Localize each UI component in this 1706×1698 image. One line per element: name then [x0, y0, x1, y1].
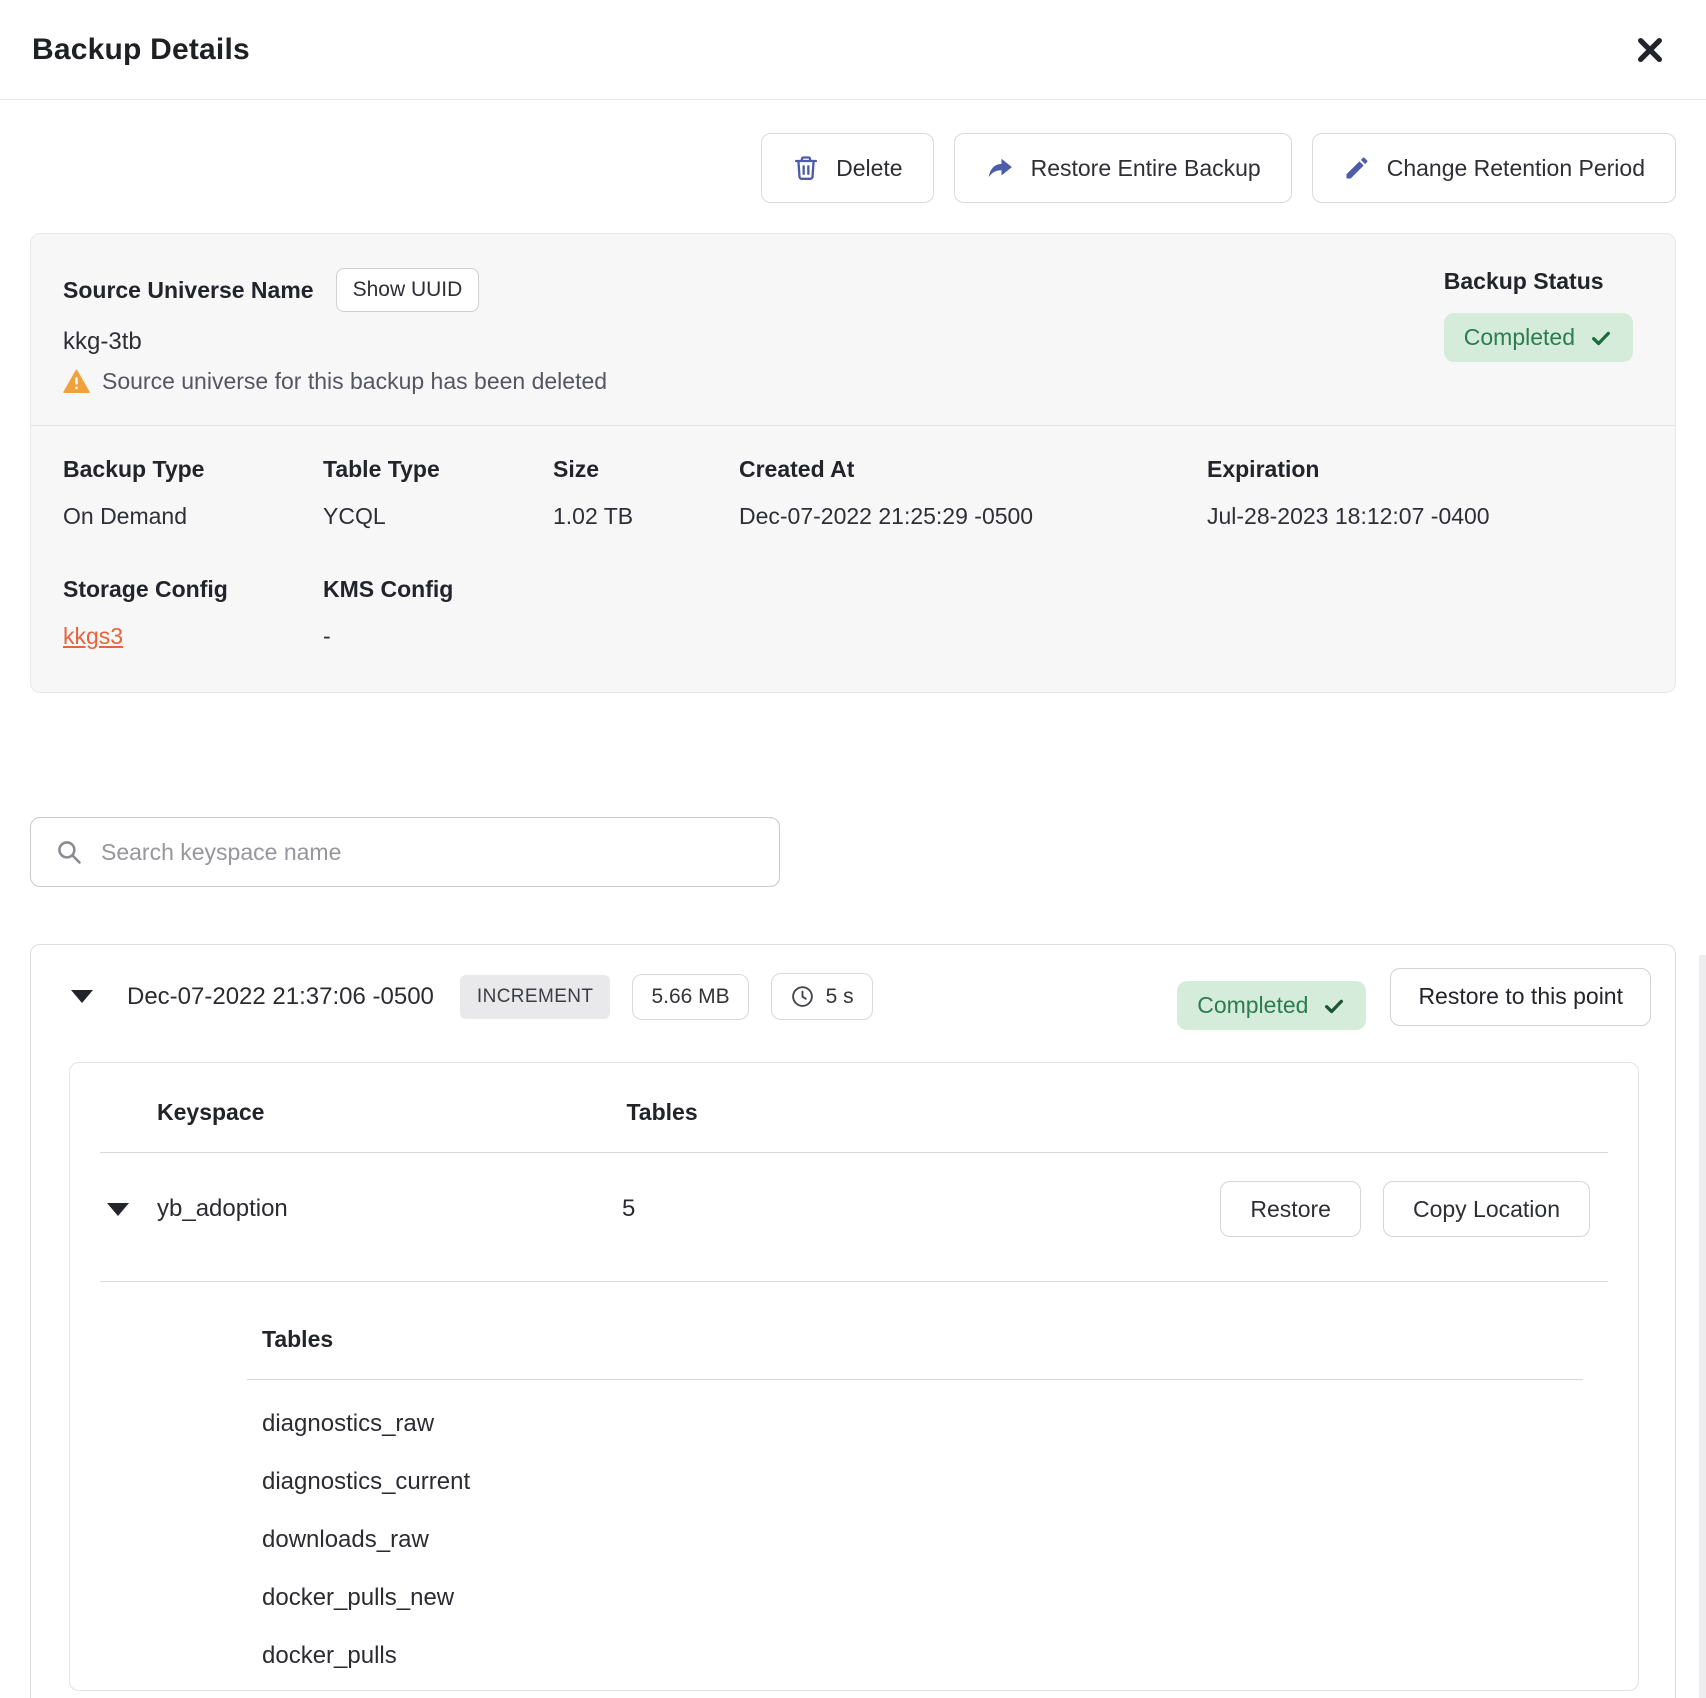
warning-icon — [63, 369, 90, 394]
keyspace-search-box — [30, 817, 780, 887]
field-storage-config: Storage Config kkgs3 — [63, 576, 323, 650]
toolbar: Delete Restore Entire Backup Change Rete… — [0, 100, 1706, 203]
keyspace-table-header: Keyspace Tables — [70, 1063, 1638, 1152]
table-list-item: docker_pulls — [247, 1612, 1583, 1670]
trash-icon — [792, 153, 820, 183]
tables-column-header: Tables — [626, 1099, 697, 1125]
backup-status-block: Backup Status Completed — [1444, 268, 1641, 395]
search-input[interactable] — [101, 839, 755, 866]
copy-location-button[interactable]: Copy Location — [1383, 1181, 1590, 1237]
increment-duration-badge: 5 s — [771, 973, 873, 1020]
keyspace-table-card: Keyspace Tables yb_adoption 5 Restore Co… — [69, 1062, 1639, 1691]
show-uuid-button[interactable]: Show UUID — [336, 268, 480, 312]
close-button[interactable] — [1628, 28, 1672, 72]
increment-type-badge: INCREMENT — [460, 975, 611, 1019]
restore-entire-backup-label: Restore Entire Backup — [1031, 155, 1261, 182]
backup-status-value: Completed — [1464, 324, 1575, 351]
keyspace-row: yb_adoption 5 Restore Copy Location — [70, 1153, 1638, 1281]
source-universe-label: Source Universe Name — [63, 277, 314, 304]
field-size: Size 1.02 TB — [553, 456, 739, 530]
keyspace-restore-button[interactable]: Restore — [1220, 1181, 1361, 1237]
table-list-item: docker_pulls_new — [247, 1554, 1583, 1612]
page-title: Backup Details — [32, 33, 250, 67]
keyspace-table-count: 5 — [622, 1195, 635, 1223]
nested-tables-header: Tables — [247, 1282, 1583, 1379]
delete-button-label: Delete — [836, 155, 902, 182]
field-kms-config: KMS Config - — [323, 576, 553, 650]
backup-status-badge: Completed — [1444, 313, 1633, 362]
restore-entire-backup-button[interactable]: Restore Entire Backup — [954, 133, 1292, 203]
pencil-icon — [1343, 154, 1371, 182]
restore-arrow-icon — [985, 153, 1015, 183]
change-retention-period-button[interactable]: Change Retention Period — [1312, 133, 1676, 203]
keyspace-column-header: Keyspace — [157, 1099, 622, 1126]
increment-header-row: Dec-07-2022 21:37:06 -0500 INCREMENT 5.6… — [31, 945, 1675, 1030]
backup-status-label: Backup Status — [1444, 268, 1604, 295]
nested-tables-section: Tables diagnostics_raw diagnostics_curre… — [247, 1282, 1583, 1690]
close-icon — [1634, 34, 1666, 66]
keyspace-name: yb_adoption — [157, 1195, 622, 1223]
clock-icon — [790, 984, 815, 1009]
increment-status-value: Completed — [1197, 992, 1308, 1019]
modal-header: Backup Details — [0, 0, 1706, 100]
increment-timestamp: Dec-07-2022 21:37:06 -0500 — [127, 983, 434, 1011]
table-list-item: diagnostics_raw — [247, 1380, 1583, 1438]
field-table-type: Table Type YCQL — [323, 456, 553, 530]
field-expiration: Expiration Jul-28-2023 18:12:07 -0400 — [1207, 456, 1643, 530]
change-retention-period-label: Change Retention Period — [1387, 155, 1645, 182]
delete-button[interactable]: Delete — [761, 133, 933, 203]
search-icon — [55, 838, 83, 866]
backup-summary-panel: Source Universe Name Show UUID kkg-3tb S… — [30, 233, 1676, 693]
check-icon — [1589, 327, 1613, 349]
field-created-at: Created At Dec-07-2022 21:25:29 -0500 — [739, 456, 1207, 530]
universe-deleted-warning: Source universe for this backup has been… — [102, 368, 607, 395]
table-list-item: downloads_raw — [247, 1496, 1583, 1554]
restore-to-this-point-button[interactable]: Restore to this point — [1390, 968, 1651, 1026]
scrollbar-track[interactable] — [1699, 955, 1706, 1698]
increment-backup-card: Dec-07-2022 21:37:06 -0500 INCREMENT 5.6… — [30, 944, 1676, 1698]
check-icon — [1322, 995, 1346, 1017]
field-backup-type: Backup Type On Demand — [63, 456, 323, 530]
increment-size-badge: 5.66 MB — [632, 974, 748, 1020]
source-universe-block: Source Universe Name Show UUID kkg-3tb S… — [63, 268, 607, 395]
collapse-caret-icon[interactable] — [71, 990, 93, 1003]
table-list-item: diagnostics_current — [247, 1438, 1583, 1496]
universe-name: kkg-3tb — [63, 328, 607, 356]
storage-config-link[interactable]: kkgs3 — [63, 623, 123, 649]
keyspace-expand-caret-icon[interactable] — [107, 1203, 129, 1216]
increment-status-badge: Completed — [1177, 981, 1366, 1030]
